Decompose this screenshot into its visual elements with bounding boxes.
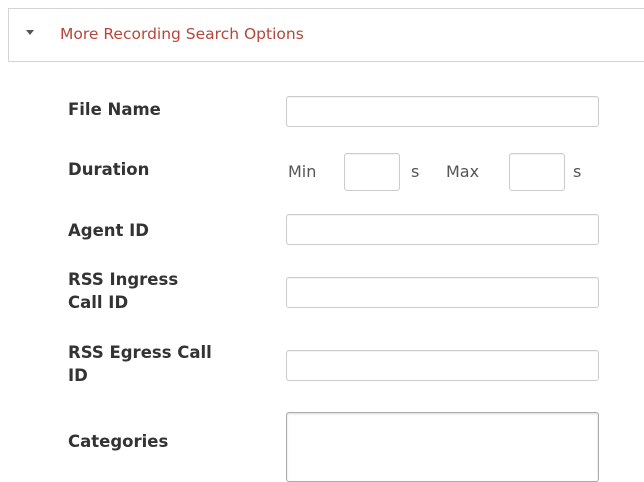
rss-egress-call-id-input[interactable] (286, 350, 599, 381)
file-name-label: File Name (68, 100, 161, 119)
duration-label: Duration (68, 160, 150, 179)
duration-max-input[interactable] (509, 153, 565, 191)
rss-egress-call-id-label: RSS Egress Call ID (68, 343, 212, 385)
duration-max-label: Max (446, 162, 480, 181)
caret-down-icon[interactable] (26, 30, 34, 35)
duration-min-unit: s (411, 162, 420, 181)
file-name-input[interactable] (286, 96, 599, 127)
categories-select[interactable] (286, 412, 599, 482)
duration-min-input[interactable] (344, 153, 400, 191)
duration-max-unit: s (573, 162, 582, 181)
duration-min-label: Min (288, 162, 317, 181)
rss-ingress-call-id-label: RSS Ingress Call ID (68, 270, 179, 312)
panel-title[interactable]: More Recording Search Options (60, 24, 304, 44)
agent-id-input[interactable] (286, 214, 599, 245)
rss-ingress-call-id-input[interactable] (286, 277, 599, 308)
categories-label: Categories (68, 432, 169, 451)
agent-id-label: Agent ID (68, 221, 149, 240)
